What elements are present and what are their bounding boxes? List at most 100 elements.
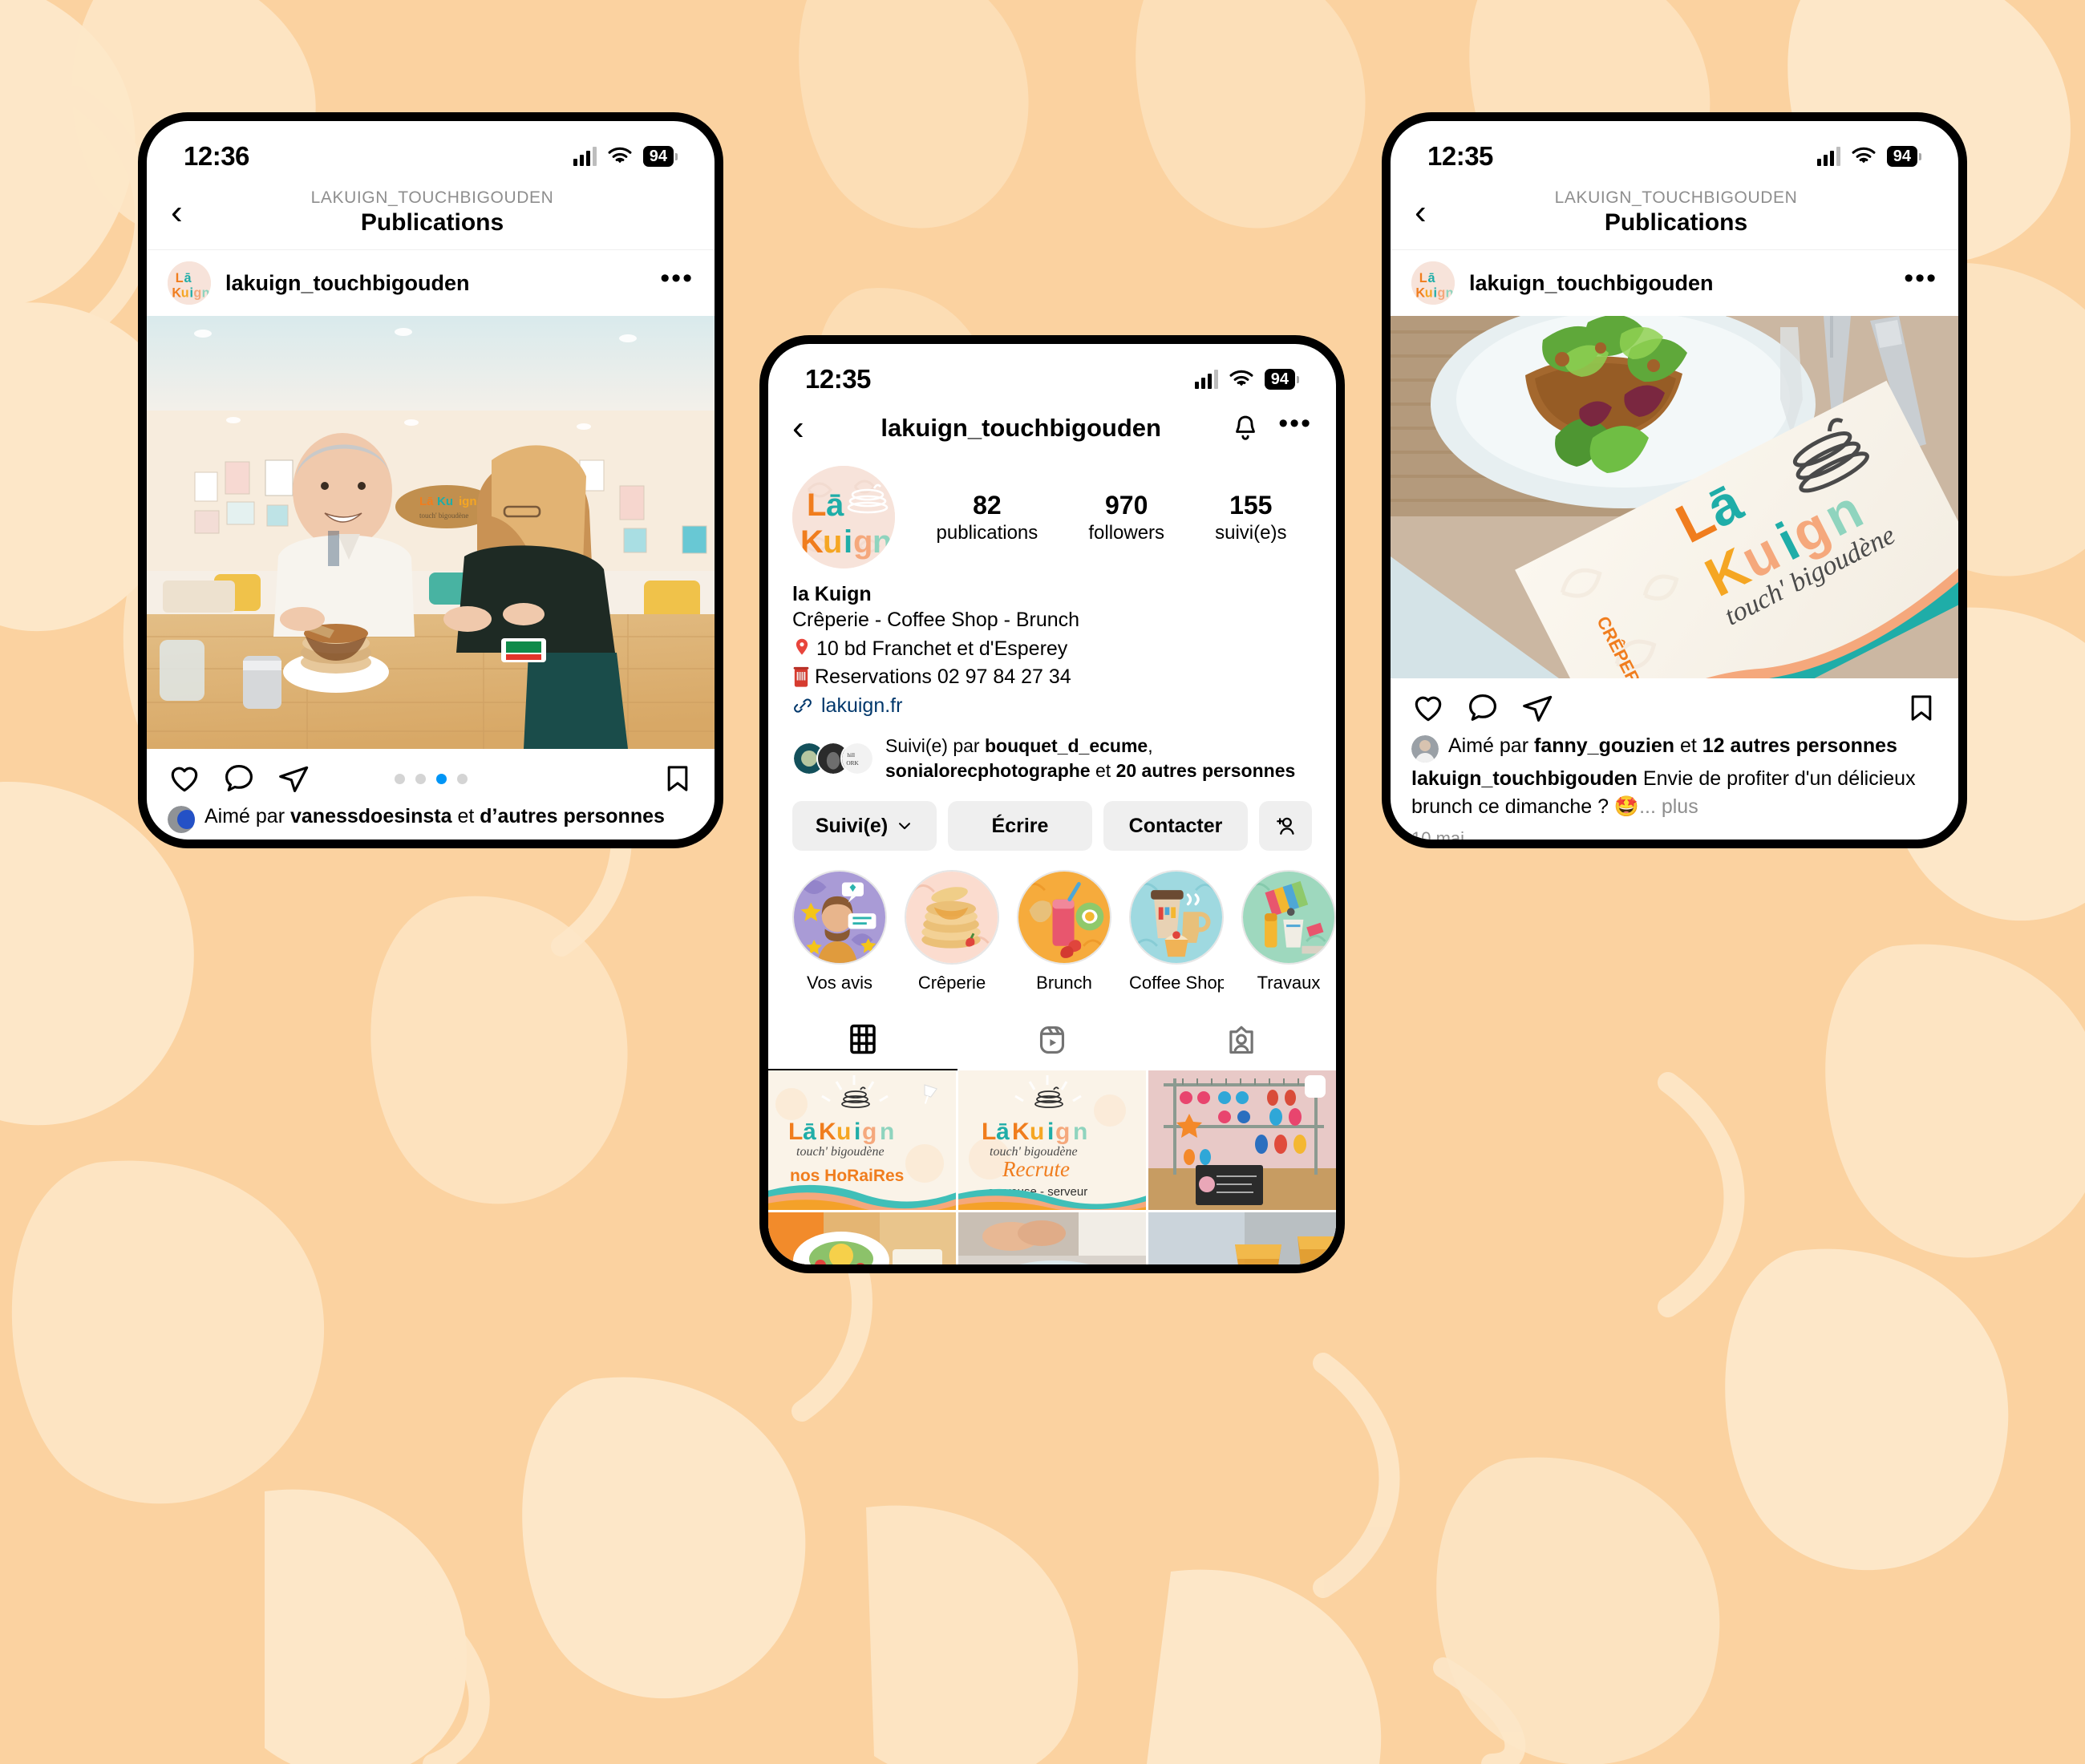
add-person-button[interactable]: [1259, 801, 1312, 852]
following-button[interactable]: Suivi(e): [792, 801, 937, 852]
tab-tagged[interactable]: [1147, 1011, 1336, 1070]
reels-tab-icon: [1039, 1026, 1065, 1054]
svg-text:Lā Kuign: Lā Kuign: [901, 1272, 945, 1273]
followed-by-row[interactable]: hill ORK Suivi(e) par bouquet_d_ecume, so…: [768, 718, 1336, 784]
contact-button[interactable]: Contacter: [1103, 801, 1248, 852]
more-options-icon[interactable]: •••: [1278, 410, 1312, 438]
post-media-photo[interactable]: Lā Ku ign touch' bigoudène: [147, 316, 715, 749]
grid-tab-icon: [850, 1024, 876, 1054]
liked-by-row: Aimé par vanessdoesinsta et d’autres per…: [168, 803, 694, 833]
svg-text:touch' bigoudène: touch' bigoudène: [796, 1145, 885, 1159]
heart-icon[interactable]: [168, 762, 201, 795]
svg-text:L: L: [807, 488, 826, 523]
followed-by-user-2[interactable]: sonialorecphotographe: [885, 760, 1091, 781]
profile-stats: 82 publications 970 followers 155 suivi(…: [895, 491, 1312, 544]
svg-text:ign: ign: [459, 495, 477, 508]
highlight-vos-avis[interactable]: Vos avis: [792, 870, 887, 993]
svg-text:g: g: [1055, 1119, 1070, 1145]
liked-by-others[interactable]: d’autres personnes: [480, 805, 665, 827]
contact-label: Contacter: [1128, 814, 1223, 837]
stat-publications[interactable]: 82 publications: [937, 491, 1038, 544]
share-paperplane-icon[interactable]: [277, 762, 310, 795]
svg-text:n: n: [1446, 285, 1454, 300]
svg-text:L: L: [982, 1119, 996, 1145]
stat-followers[interactable]: 970 followers: [1088, 491, 1164, 544]
tab-reels[interactable]: [957, 1011, 1147, 1070]
bio-website-row[interactable]: lakuign.fr: [792, 694, 1312, 718]
bio-website-text[interactable]: lakuign.fr: [821, 694, 902, 718]
svg-text:u: u: [823, 524, 842, 560]
svg-text:touch' bigoudène: touch' bigoudène: [419, 512, 468, 520]
svg-text:L: L: [176, 271, 184, 285]
followed-by-others[interactable]: 20 autres personnes: [1116, 760, 1296, 781]
wifi-icon: [608, 147, 632, 164]
message-button[interactable]: Écrire: [948, 801, 1092, 852]
top-navigation-bar: ‹ LAKUIGN_TOUCHBIGOUDEN Publications: [147, 180, 715, 250]
profile-avatar[interactable]: L ā K u i g n: [1411, 261, 1455, 305]
more-options-icon[interactable]: •••: [1904, 265, 1937, 293]
followed-by-user-1[interactable]: bouquet_d_ecume: [985, 735, 1148, 756]
followed-by-avatars: hill ORK: [792, 741, 874, 775]
bookmark-icon[interactable]: [1905, 692, 1937, 724]
caption-username[interactable]: lakuign_touchbigouden: [1411, 767, 1638, 790]
caption-more-link[interactable]: ... plus: [1639, 795, 1698, 818]
svg-text:ā: ā: [184, 271, 192, 285]
highlight-label: Brunch: [1036, 973, 1092, 993]
profile-avatar-large[interactable]: L ā K u i g n: [792, 466, 895, 568]
phone-3-post-view: 12:35 94 ‹ LAKUIGN_TOUCHBIGOUDEN Publica…: [1382, 112, 1967, 848]
highlight-creperie[interactable]: Crêperie: [905, 870, 999, 993]
liked-by-prefix: Aimé par: [204, 805, 285, 827]
svg-text:K: K: [1012, 1119, 1030, 1145]
heart-icon[interactable]: [1411, 691, 1445, 725]
paint-tools-icon: [1241, 870, 1336, 965]
highlight-travaux[interactable]: Travaux: [1241, 870, 1336, 993]
highlight-coffee-shop[interactable]: Coffee Shop: [1129, 870, 1224, 993]
profile-post-grid: L ā K u i g n touch' bigoudène nos HoRai…: [768, 1070, 1336, 1273]
post-username[interactable]: lakuign_touchbigouden: [225, 271, 646, 296]
notifications-bell-icon[interactable]: [1230, 413, 1261, 443]
link-chain-icon: [794, 698, 812, 713]
svg-text:n: n: [1073, 1119, 1087, 1145]
grid-item-poster-recrute[interactable]: L ā K u i g n touch' bigoudène Recrute s…: [958, 1070, 1146, 1211]
post-media-photo[interactable]: L ā K u i g n touch' bigoudène CRÊPERIE …: [1391, 316, 1958, 678]
phone-2-profile-view: 12:35 94 ‹ lakuign_touchbigouden ••• L ā…: [759, 335, 1345, 1273]
profile-top-navigation: ‹ lakuign_touchbigouden •••: [768, 403, 1336, 459]
stat-following[interactable]: 155 suivi(e)s: [1215, 491, 1286, 544]
svg-text:g: g: [862, 1119, 877, 1145]
liked-by-user[interactable]: vanessdoesinsta: [290, 805, 452, 827]
svg-text:Ku: Ku: [437, 495, 453, 508]
stat-value: 970: [1105, 490, 1148, 520]
caption-text-row: lakuign_touchbigouden Envie de profiter …: [1411, 765, 1937, 820]
svg-text:u: u: [181, 285, 189, 300]
story-highlights: Vos avis Crêperie Brunch Coffee Shop Tra…: [768, 851, 1336, 993]
bio-display-name: la Kuign: [792, 583, 872, 605]
highlight-label: Crêperie: [917, 973, 986, 993]
post-action-bar: [147, 749, 715, 800]
grid-item-photo-bieres[interactable]: [1148, 1212, 1336, 1264]
grid-item-photo-brunch-assiette[interactable]: Lā Kuign touch bigoudène: [768, 1212, 956, 1273]
tab-grid[interactable]: [768, 1011, 957, 1071]
liked-by-user[interactable]: fanny_gouzien: [1534, 734, 1674, 757]
post-username[interactable]: lakuign_touchbigouden: [1469, 271, 1889, 296]
chevron-down-icon: [899, 823, 911, 830]
highlight-brunch[interactable]: Brunch: [1017, 870, 1111, 993]
svg-text:K: K: [800, 524, 824, 560]
grid-item-photo-galette-oeuf[interactable]: [958, 1212, 1146, 1264]
bio-phone-row: Reservations 02 97 84 27 34: [792, 663, 1312, 692]
comment-bubble-icon[interactable]: [222, 762, 256, 795]
profile-avatar[interactable]: L ā K u i g n: [168, 261, 211, 305]
grid-item-poster-horaires[interactable]: L ā K u i g n touch' bigoudène nos HoRai…: [768, 1070, 956, 1211]
share-paperplane-icon[interactable]: [1520, 691, 1554, 725]
status-time: 12:35: [1427, 141, 1493, 171]
caption-username[interactable]: lakuign_touchbigouden: [168, 838, 394, 840]
grid-item-photo-boucles[interactable]: [1148, 1070, 1336, 1211]
comment-bubble-icon[interactable]: [1466, 691, 1500, 725]
bookmark-icon[interactable]: [662, 763, 694, 795]
post-date: 10 mai: [1411, 828, 1465, 848]
tagged-tab-icon: [1229, 1026, 1253, 1054]
liked-by-others[interactable]: 12 autres personnes: [1702, 734, 1897, 757]
add-person-icon: [1277, 817, 1294, 835]
svg-text:K: K: [172, 285, 181, 300]
highlight-label: Vos avis: [807, 973, 872, 993]
more-options-icon[interactable]: •••: [660, 265, 694, 293]
